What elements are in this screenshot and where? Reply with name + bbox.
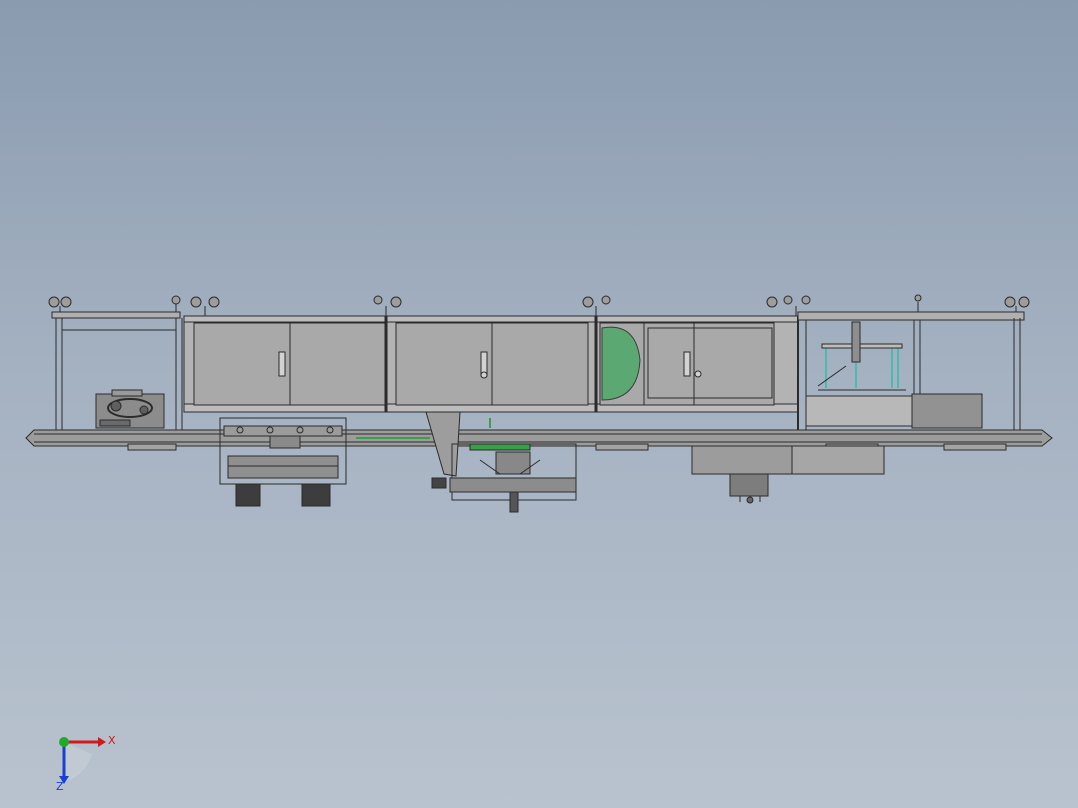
assembly-model[interactable] [0,0,1078,808]
orientation-triad: X Z [56,734,116,792]
x-axis-label: X [108,734,116,747]
y-axis-dot [59,737,69,747]
base-rail [25,429,1053,451]
center-hopper [425,411,577,513]
left-undercarriage [219,417,347,507]
right-undercarriage [691,445,885,504]
graphics-viewport[interactable]: X Z [0,0,1078,808]
gear-box [95,389,165,429]
right-frame [797,311,1025,430]
z-axis-label: Z [56,780,64,792]
teal-guides [825,346,899,388]
